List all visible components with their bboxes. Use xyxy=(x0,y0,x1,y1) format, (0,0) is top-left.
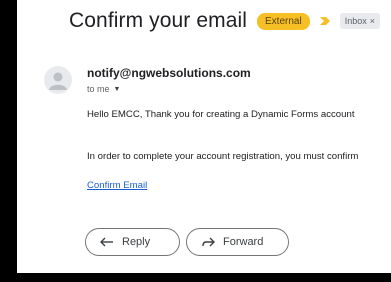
inbox-label-text: Inbox xyxy=(344,16,367,26)
email-subject: Confirm your email xyxy=(69,9,248,32)
importance-marker-icon[interactable] xyxy=(318,14,332,28)
forward-icon xyxy=(201,236,215,248)
subject-row: Confirm your email External Inbox × xyxy=(69,6,380,36)
forward-button[interactable]: Forward xyxy=(186,228,289,256)
confirm-email-link[interactable]: Confirm Email xyxy=(87,180,147,191)
remove-label-icon[interactable]: × xyxy=(370,15,375,27)
email-view: Confirm your email External Inbox × noti… xyxy=(17,0,391,273)
recipient-details-toggle[interactable]: to me ▼ xyxy=(87,84,120,94)
reply-icon xyxy=(100,236,114,248)
reply-label: Reply xyxy=(122,236,151,248)
recipient-label: to me xyxy=(87,84,110,94)
email-body-line: In order to complete your account regist… xyxy=(87,151,359,162)
dropdown-caret-icon[interactable]: ▼ xyxy=(114,86,121,93)
inbox-label[interactable]: Inbox × xyxy=(339,13,380,29)
reply-button[interactable]: Reply xyxy=(85,228,180,256)
sender-address: notify@ngwebsolutions.com xyxy=(87,66,251,80)
email-body-line: Hello EMCC, Thank you for creating a Dyn… xyxy=(87,109,355,120)
avatar-icon[interactable] xyxy=(44,66,72,94)
external-label: External xyxy=(257,12,310,30)
forward-label: Forward xyxy=(223,236,264,248)
